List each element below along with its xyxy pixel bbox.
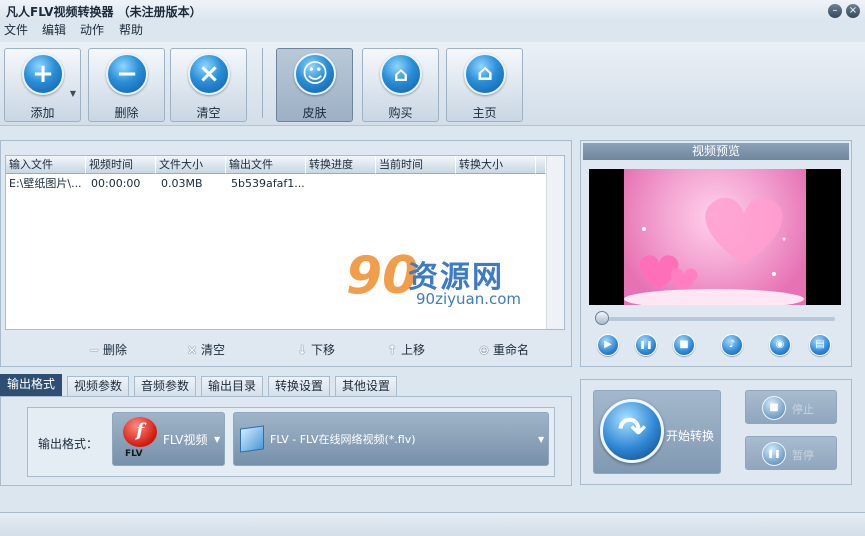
tab-output-format[interactable]: 输出格式 (0, 374, 63, 396)
list-delete-button[interactable]: − 删除 (87, 343, 127, 357)
pause-button[interactable]: ❚❚ (635, 334, 657, 356)
format-type-value: FLV视频 (163, 433, 208, 447)
cell-size: 0.03MB (161, 177, 203, 190)
stop-convert-label: 停止 (792, 403, 814, 416)
move-up-label: 上移 (401, 343, 426, 357)
settings-tabs: 输出格式 视频参数 音频参数 输出目录 转换设置 其他设置 (0, 374, 572, 396)
format-group: 输出格式： f FLV FLV视频 ▼ FLV - FLV在线网络视频(*.fl… (27, 407, 555, 477)
list-clear-label: 清空 (201, 343, 226, 357)
chevron-down-icon: ▼ (538, 435, 545, 444)
stop-icon: ■ (762, 396, 786, 420)
watermark-url: 90ziyuan.com (416, 290, 522, 308)
move-down-label: 下移 (311, 343, 336, 357)
menu-file[interactable]: 文件 (4, 22, 28, 39)
convert-panel: ↷ 开始转换 ■ 停止 ❚❚ 暂停 (580, 379, 852, 485)
flash-icon-label: FLV (125, 449, 143, 459)
convert-arrow-icon: ↷ (600, 399, 664, 463)
clear-icon: × (188, 53, 230, 95)
buy-button[interactable]: ⌂ 购买 (362, 48, 439, 122)
stop-button[interactable]: ■ (673, 334, 695, 356)
add-button[interactable]: + 添加 ▼ (4, 48, 81, 122)
hearts-illustration (624, 197, 804, 305)
clear-icon: × (186, 343, 198, 357)
file-grid[interactable]: 输入文件 视频时间 文件大小 输出文件 转换进度 当前时间 转换大小 E:\壁纸… (5, 155, 565, 330)
flash-icon: f (123, 417, 157, 447)
home-button-label: 主页 (472, 106, 497, 120)
rename-button[interactable]: ⊕ 重命名 (477, 343, 529, 357)
tab-convert-settings[interactable]: 转换设置 (268, 376, 331, 396)
clear-button[interactable]: × 清空 (170, 48, 247, 122)
start-convert-label: 开始转换 (666, 429, 715, 443)
move-down-button[interactable]: ↓ 下移 (295, 343, 335, 357)
seek-handle[interactable] (595, 311, 609, 325)
rename-icon: ⊕ (478, 343, 490, 357)
tab-other-settings[interactable]: 其他设置 (335, 376, 398, 396)
video-screen (589, 169, 841, 305)
watermark: 90 资源网 90ziyuan.com (346, 246, 546, 312)
tab-video-params[interactable]: 视频参数 (67, 376, 130, 396)
pause-icon: ❚❚ (762, 442, 786, 466)
file-list-panel: 输入文件 视频时间 文件大小 输出文件 转换进度 当前时间 转换大小 E:\壁纸… (0, 140, 572, 367)
snapshot-button[interactable]: ◉ (769, 334, 791, 356)
vertical-scrollbar[interactable] (546, 156, 564, 329)
start-convert-button[interactable]: ↷ 开始转换 (593, 390, 721, 474)
open-folder-button[interactable]: ▤ (809, 334, 831, 356)
preview-title: 视频预览 (583, 143, 849, 160)
cell-output: 5b539afaf1... (231, 177, 305, 190)
output-format-label: 输出格式： (38, 437, 99, 451)
delete-button-label: 删除 (114, 106, 139, 120)
arrow-up-icon: ↑ (386, 343, 398, 357)
format-detail-select[interactable]: FLV - FLV在线网络视频(*.flv) ▼ (233, 412, 549, 466)
toolbar: + 添加 ▼ − 删除 × 清空 ☺ 皮肤 ⌂ 购买 ⌂ 主页 (0, 42, 865, 126)
menu-bar: 文件 编辑 动作 帮助 (0, 22, 865, 40)
format-cube-icon (240, 425, 264, 453)
cell-input: E:\壁纸图片\... (9, 177, 82, 190)
seek-bar[interactable] (595, 317, 835, 321)
format-detail-value: FLV - FLV在线网络视频(*.flv) (270, 433, 416, 446)
delete-button[interactable]: − 删除 (88, 48, 165, 122)
move-up-button[interactable]: ↑ 上移 (385, 343, 425, 357)
skin-button[interactable]: ☺ 皮肤 (276, 48, 353, 122)
stop-convert-button[interactable]: ■ 停止 (745, 390, 837, 424)
cell-duration: 00:00:00 (91, 177, 141, 190)
minus-icon: − (106, 53, 148, 95)
list-delete-label: 删除 (103, 343, 128, 357)
volume-button[interactable]: ♪ (721, 334, 743, 356)
output-format-panel: 输出格式： f FLV FLV视频 ▼ FLV - FLV在线网络视频(*.fl… (0, 396, 572, 486)
toolbar-divider (262, 48, 263, 118)
video-preview-panel: 视频预览 ▶ ❚❚ ■ ♪ ◉ ▤ (580, 140, 852, 367)
menu-action[interactable]: 动作 (80, 22, 104, 39)
close-button[interactable]: × (846, 4, 860, 18)
list-clear-button[interactable]: × 清空 (185, 343, 225, 357)
format-type-select[interactable]: f FLV FLV视频 ▼ (112, 412, 225, 466)
menu-edit[interactable]: 编辑 (42, 22, 66, 39)
window-title: 凡人FLV视频转换器 （未注册版本） (6, 5, 202, 19)
add-button-label: 添加 (30, 106, 55, 120)
cart-icon: ⌂ (380, 53, 422, 95)
chevron-down-icon: ▼ (214, 435, 221, 444)
skin-button-label: 皮肤 (302, 106, 327, 120)
tab-audio-params[interactable]: 音频参数 (134, 376, 197, 396)
clear-button-label: 清空 (196, 106, 221, 120)
pause-convert-button[interactable]: ❚❚ 暂停 (745, 436, 837, 470)
plus-icon: + (22, 53, 64, 95)
smiley-icon: ☺ (294, 53, 336, 95)
preview-image (624, 169, 806, 305)
status-bar (0, 512, 865, 536)
home-icon: ⌂ (464, 53, 506, 95)
arrow-down-icon: ↓ (296, 343, 308, 357)
buy-button-label: 购买 (388, 106, 413, 120)
rename-label: 重命名 (493, 343, 530, 357)
tab-output-dir[interactable]: 输出目录 (201, 376, 264, 396)
play-button[interactable]: ▶ (597, 334, 619, 356)
menu-help[interactable]: 帮助 (119, 22, 143, 39)
title-bar: 凡人FLV视频转换器 （未注册版本） – × (0, 0, 865, 22)
minus-icon: − (88, 343, 100, 357)
pause-convert-label: 暂停 (792, 449, 814, 462)
minimize-button[interactable]: – (828, 4, 842, 18)
chevron-down-icon[interactable]: ▼ (70, 89, 76, 98)
home-button[interactable]: ⌂ 主页 (446, 48, 523, 122)
